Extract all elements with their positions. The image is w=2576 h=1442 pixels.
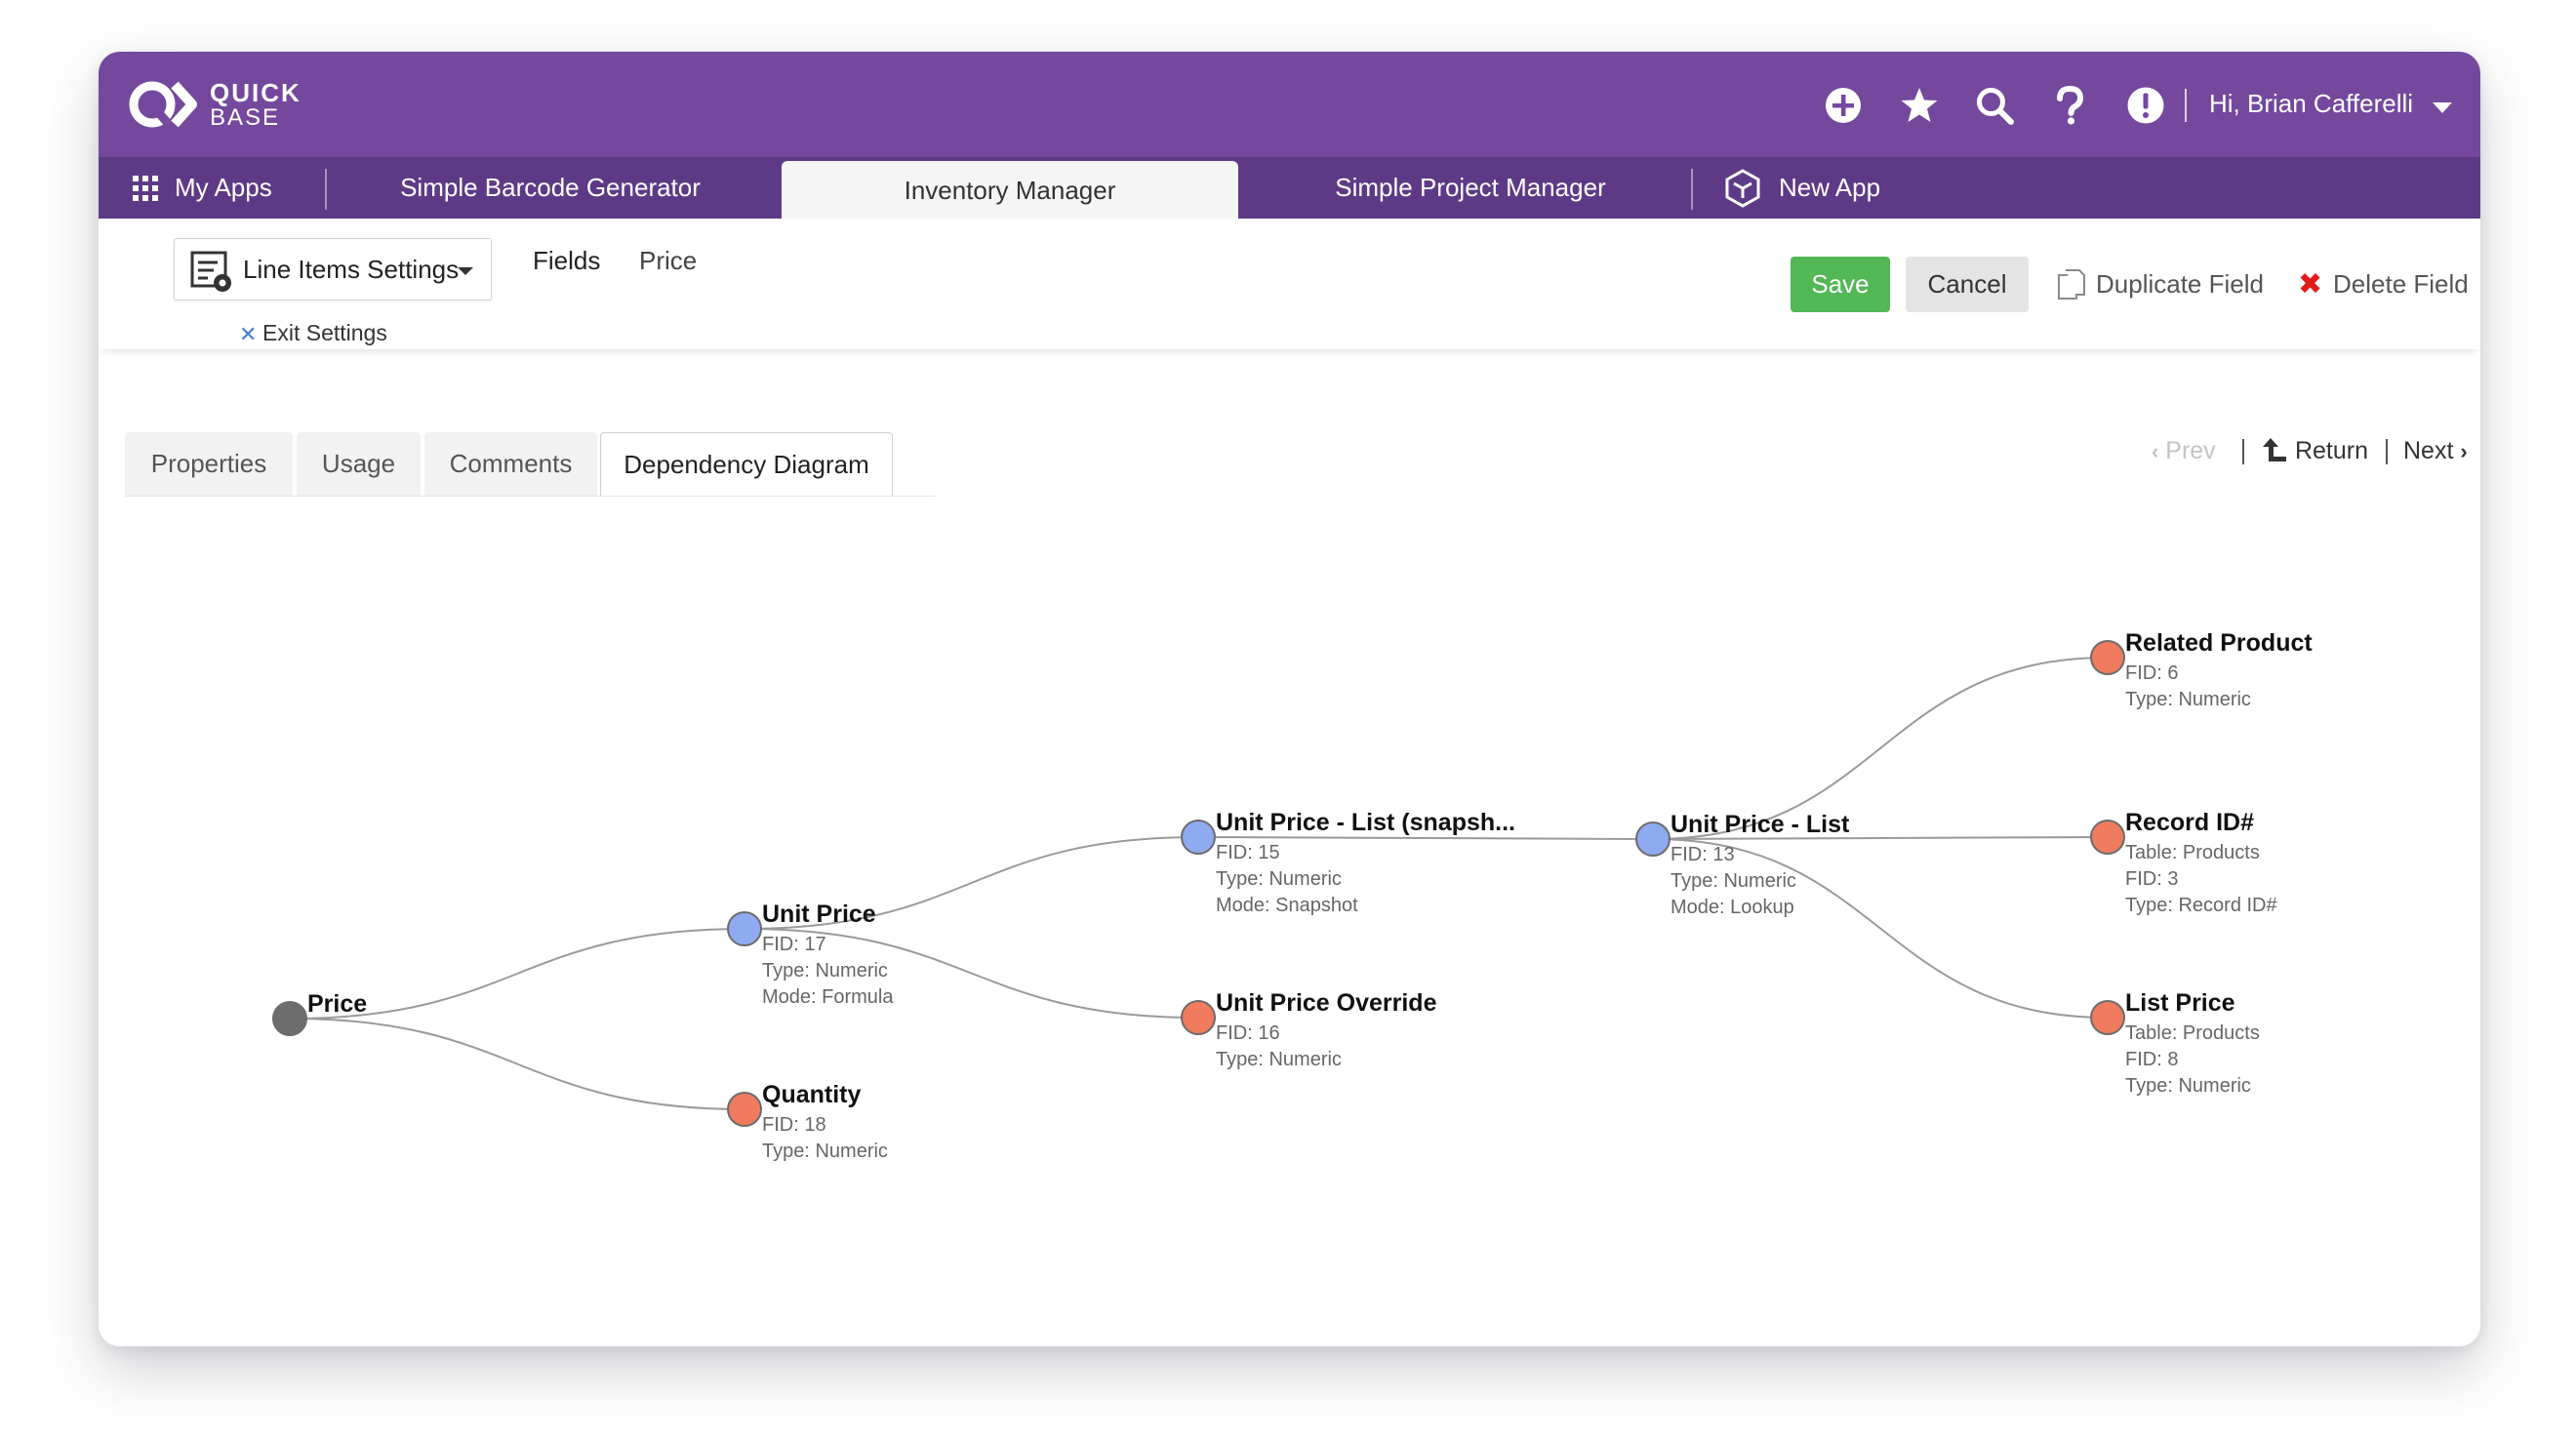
node-detail: FID: 6 <box>2125 662 2178 684</box>
node-circle[interactable] <box>272 1001 307 1036</box>
node-title[interactable]: Unit Price - List <box>1670 811 1850 838</box>
node-title[interactable]: Unit Price Override <box>1216 989 1437 1017</box>
user-menu-label[interactable]: Hi, Brian Cafferelli <box>2209 89 2413 119</box>
grid-icon <box>133 176 158 201</box>
tab-new-app[interactable]: New App <box>1724 157 1910 219</box>
table-settings-label: Line Items Settings <box>243 255 460 284</box>
search-icon[interactable] <box>1975 86 2014 125</box>
node-detail: FID: 18 <box>762 1114 826 1136</box>
node-detail: Mode: Snapshot <box>1216 895 1358 916</box>
diagram-node-upl-snapshot[interactable]: Unit Price - List (snapsh... FID: 15 Type:… <box>1181 809 1515 916</box>
node-circle[interactable] <box>2090 640 2125 675</box>
breadcrumb-field-name: Price <box>639 246 698 275</box>
tab-simple-project-manager[interactable]: Simple Project Manager <box>1238 157 1703 219</box>
top-header: QUICK BASE Hi, Brian Cafferelli <box>99 52 2480 157</box>
node-circle[interactable] <box>2090 820 2125 855</box>
node-detail: Type: Numeric <box>1216 868 1342 890</box>
new-app-icon <box>1725 169 1760 208</box>
node-detail: FID: 8 <box>2125 1049 2178 1070</box>
diagram-node-upl[interactable]: Unit Price - List FID: 13 Type: Numeric Mod… <box>1635 811 1850 918</box>
node-circle[interactable] <box>1181 1000 1216 1035</box>
node-detail: Type: Numeric <box>2125 689 2251 710</box>
dependency-edge <box>1197 836 1654 840</box>
question-icon[interactable] <box>2050 86 2089 125</box>
dependency-diagram: Price Unit Price FID: 17 Type: Numeric Mode:… <box>272 629 2313 1162</box>
node-detail: FID: 17 <box>762 934 826 955</box>
node-detail: Table: Products <box>2125 1022 2260 1044</box>
close-icon[interactable]: ✕ <box>239 322 257 347</box>
node-detail: Type: Numeric <box>1216 1049 1342 1070</box>
node-title[interactable]: List Price <box>2125 989 2235 1017</box>
node-title[interactable]: Quantity <box>762 1081 861 1108</box>
diagram-node-unit-price[interactable]: Unit Price FID: 17 Type: Numeric Mode: Form… <box>727 901 894 1008</box>
node-detail: Type: Record ID# <box>2125 895 2278 916</box>
diagram-node-record-id[interactable]: Record ID# Table: Products FID: 3 Type: Rec… <box>2090 809 2278 916</box>
delete-icon[interactable]: ✖ <box>2298 267 2322 301</box>
header-divider <box>2185 89 2187 122</box>
duplicate-icon[interactable] <box>2057 268 2086 301</box>
cancel-button[interactable]: Cancel <box>1906 257 2029 312</box>
logo-line-2: BASE <box>210 104 281 131</box>
node-circle[interactable] <box>2090 1000 2125 1035</box>
diagram-node-list-price[interactable]: List Price Table: Products FID: 8 Type: Num… <box>2090 989 2260 1097</box>
node-detail: FID: 16 <box>1216 1022 1280 1044</box>
settings-bar: Line Items Settings Fields Price ✕ Exit … <box>99 219 2480 349</box>
chevron-down-icon[interactable] <box>2433 102 2452 113</box>
node-title[interactable]: Record ID# <box>2125 809 2254 836</box>
dependency-edge <box>1652 838 2109 1019</box>
node-detail: Mode: Lookup <box>1670 897 1794 918</box>
tab-my-apps-label: My Apps <box>175 173 272 202</box>
chevron-down-icon <box>458 267 473 275</box>
diagram-node-quantity[interactable]: Quantity FID: 18 Type: Numeric <box>727 1081 888 1162</box>
table-settings-dropdown[interactable]: Line Items Settings <box>174 238 492 300</box>
node-detail: Type: Numeric <box>1670 870 1796 892</box>
tab-new-app-label: New App <box>1779 173 1881 202</box>
app-tabs-bar: My Apps Simple Barcode Generator Invento… <box>99 157 2480 222</box>
node-detail: Type: Numeric <box>762 1141 888 1162</box>
tab-divider <box>1691 169 1693 210</box>
tab-inventory-manager[interactable]: Inventory Manager <box>782 161 1238 222</box>
diagram-node-upo[interactable]: Unit Price Override FID: 16 Type: Numeric <box>1181 989 1437 1070</box>
node-detail: FID: 13 <box>1670 844 1735 865</box>
exit-settings-link[interactable]: Exit Settings <box>262 320 387 346</box>
node-circle[interactable] <box>1635 821 1670 857</box>
node-title[interactable]: Related Product <box>2125 629 2313 657</box>
plus-circle-icon[interactable] <box>1824 86 1863 125</box>
star-icon[interactable] <box>1900 86 1939 125</box>
app-window: QUICK BASE Hi, Brian Cafferelli My Apps … <box>99 52 2480 1346</box>
save-button[interactable]: Save <box>1791 257 1890 312</box>
node-detail: FID: 15 <box>1216 842 1280 863</box>
tab-simple-barcode-generator[interactable]: Simple Barcode Generator <box>327 157 774 219</box>
dependency-edge <box>289 1018 745 1110</box>
delete-field-button[interactable]: Delete Field <box>2333 269 2469 300</box>
node-detail: Mode: Formula <box>762 986 894 1008</box>
content-area: Properties Usage Comments Dependency Dia… <box>99 349 2480 1346</box>
diagram-node-related-product[interactable]: Related Product FID: 6 Type: Numeric <box>2090 629 2313 710</box>
node-detail: FID: 3 <box>2125 868 2178 890</box>
node-title[interactable]: Unit Price - List (snapsh... <box>1216 809 1515 836</box>
node-circle[interactable] <box>727 1092 762 1127</box>
duplicate-field-button[interactable]: Duplicate Field <box>2096 269 2264 300</box>
node-title[interactable]: Price <box>307 990 367 1018</box>
node-detail: Table: Products <box>2125 842 2260 863</box>
node-title[interactable]: Unit Price <box>762 901 876 928</box>
logo-wordmark: QUICK BASE <box>210 78 302 131</box>
node-detail: Type: Numeric <box>2125 1075 2251 1097</box>
alert-icon[interactable] <box>2126 86 2165 125</box>
logo-line-1: QUICK <box>210 78 302 107</box>
breadcrumb-fields[interactable]: Fields <box>533 246 600 276</box>
node-circle[interactable] <box>727 911 762 946</box>
quickbase-logo-icon <box>129 81 197 128</box>
node-detail: Type: Numeric <box>762 960 888 981</box>
node-circle[interactable] <box>1181 820 1216 855</box>
diagram-node-price[interactable]: Price <box>272 990 367 1036</box>
settings-gear-icon <box>190 251 231 292</box>
tab-my-apps[interactable]: My Apps <box>128 157 323 219</box>
